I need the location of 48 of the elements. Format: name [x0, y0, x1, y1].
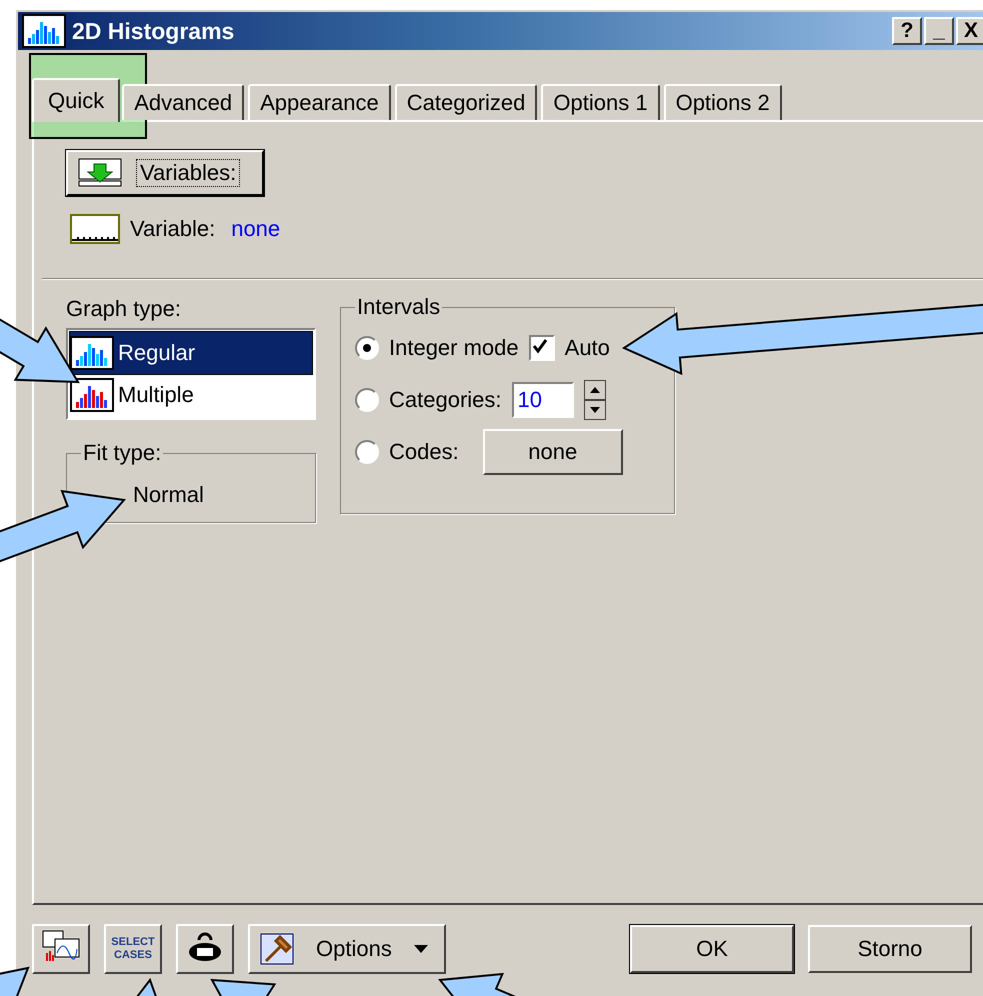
- hammer-icon: [260, 933, 294, 965]
- tab[interactable]: Options 1: [541, 84, 660, 120]
- callout-arrow: [0, 966, 30, 996]
- tab[interactable]: Categorized: [394, 84, 538, 120]
- graph-type-option[interactable]: Multiple: [70, 374, 312, 416]
- categories-input[interactable]: 10: [512, 382, 574, 418]
- fit-type-value: Normal: [133, 482, 204, 508]
- graph-type-label: Graph type:: [66, 296, 182, 322]
- variables-icon: [78, 158, 122, 188]
- histogram-icon: [22, 14, 66, 48]
- callout-arrow: [210, 978, 276, 996]
- radio-label: Codes:: [389, 439, 459, 465]
- radio-button[interactable]: [355, 336, 379, 360]
- tab[interactable]: Appearance: [248, 84, 391, 120]
- ruler-icon: [70, 214, 120, 244]
- histogram-icon: [70, 378, 114, 412]
- checkbox-label: Auto: [564, 335, 610, 361]
- radio-label: Integer mode: [389, 335, 519, 361]
- codes-button[interactable]: none: [482, 429, 623, 475]
- spin-buttons[interactable]: [584, 380, 606, 420]
- weight-icon: [187, 930, 223, 962]
- dialog-button[interactable]: OK: [630, 925, 794, 973]
- histogram-icon: [70, 336, 114, 370]
- tab[interactable]: Options 2: [664, 84, 782, 120]
- tab[interactable]: Quick: [32, 78, 120, 122]
- radio-button[interactable]: [355, 388, 379, 412]
- title-bar-button[interactable]: X: [956, 17, 983, 45]
- variable-value: none: [231, 216, 280, 242]
- title-bar-button[interactable]: ?: [892, 17, 922, 45]
- options-button[interactable]: Options: [248, 924, 446, 974]
- intervals-label: Intervals: [356, 294, 442, 320]
- fit-type-label: Fit type:: [82, 440, 162, 466]
- dialog-button[interactable]: Storno: [808, 925, 972, 973]
- graph-type-option[interactable]: Regular: [70, 332, 312, 374]
- graph-gallery-button[interactable]: [32, 924, 90, 974]
- radio-button[interactable]: [355, 440, 379, 464]
- title-bar-button[interactable]: _: [924, 17, 954, 45]
- radio-label: Categories:: [389, 387, 502, 413]
- select-cases-button[interactable]: SELECT CASES: [104, 924, 162, 974]
- dropdown-arrow-icon: [414, 945, 428, 953]
- check-icon: [530, 337, 549, 355]
- window-title: 2D Histograms: [72, 18, 236, 44]
- variable-label: Variable:: [130, 216, 216, 242]
- checkbox[interactable]: [528, 335, 555, 361]
- tab[interactable]: Advanced: [122, 84, 244, 120]
- weight-button[interactable]: [176, 924, 234, 974]
- variables-button[interactable]: Variables:: [66, 150, 264, 196]
- chart-windows-icon: [41, 929, 81, 963]
